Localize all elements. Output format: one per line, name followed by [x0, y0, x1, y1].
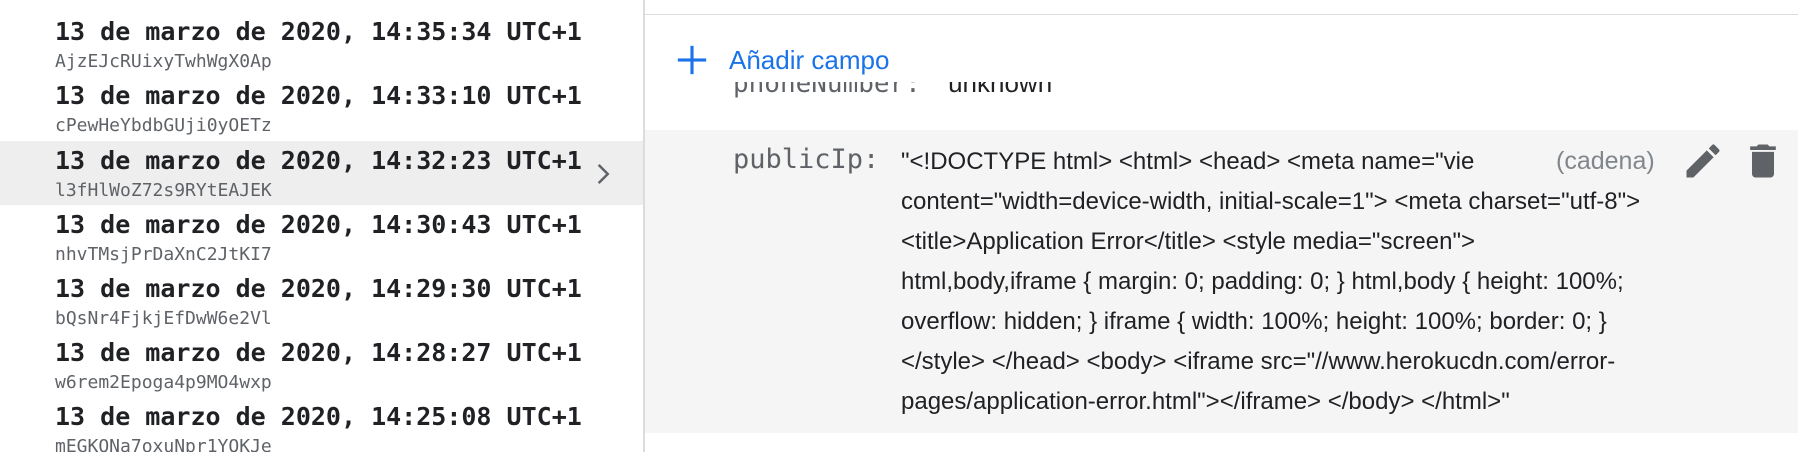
add-field-label: Añadir campo [729, 44, 890, 75]
field-row-public-ip[interactable]: publicIp: "<!DOCTYPE html> <html> <head>… [645, 130, 1798, 433]
document-list: 13 de marzo de 2020, 14:35:34 UTC+1 AjzE… [0, 0, 645, 452]
document-list-item[interactable]: 13 de marzo de 2020, 14:30:43 UTC+1 nhvT… [0, 205, 643, 269]
document-list-item[interactable]: 13 de marzo de 2020, 14:25:08 UTC+1 mEGK… [0, 397, 643, 452]
document-title: 13 de marzo de 2020, 14:25:08 UTC+1 [55, 402, 582, 431]
document-id: nhvTMsjPrDaXnC2JtKI7 [55, 244, 272, 265]
divider [645, 14, 1798, 15]
field-row-phone-number: phoneNumber: "unknown" [733, 82, 1733, 110]
document-title: 13 de marzo de 2020, 14:29:30 UTC+1 [55, 274, 582, 303]
document-title: 13 de marzo de 2020, 14:28:27 UTC+1 [55, 338, 582, 367]
document-list-item-selected[interactable]: 13 de marzo de 2020, 14:32:23 UTC+1 l3fH… [0, 141, 643, 205]
pencil-icon[interactable] [1681, 139, 1725, 183]
field-value[interactable]: "<!DOCTYPE html> <html> <head> <meta nam… [901, 142, 1798, 422]
document-list-item[interactable]: 13 de marzo de 2020, 14:29:30 UTC+1 bQsN… [0, 269, 643, 333]
document-title: 13 de marzo de 2020, 14:30:43 UTC+1 [55, 210, 582, 239]
document-title: 13 de marzo de 2020, 14:32:23 UTC+1 [55, 146, 582, 175]
field-type-label: (cadena) [1550, 141, 1669, 181]
document-fields-panel: Añadir campo phoneNumber: "unknown" publi… [645, 0, 1798, 452]
document-id: mEGKQNa7oxuNpr1YOKJe [55, 436, 272, 452]
document-list-item[interactable]: 13 de marzo de 2020, 14:35:34 UTC+1 AjzE… [0, 12, 643, 76]
chevron-right-icon [597, 164, 610, 184]
document-list-item[interactable]: 13 de marzo de 2020, 14:28:27 UTC+1 w6re… [0, 333, 643, 397]
document-title: 13 de marzo de 2020, 14:35:34 UTC+1 [55, 17, 582, 46]
field-value: "unknown" [938, 82, 1062, 98]
field-key: phoneNumber: [733, 82, 921, 99]
plus-icon [677, 45, 707, 75]
document-id: cPewHeYbdbGUji0yOETz [55, 115, 272, 136]
document-id: w6rem2Epoga4p9MO4wxp [55, 372, 272, 393]
field-key: publicIp: [733, 144, 880, 175]
document-list-item[interactable]: 13 de marzo de 2020, 14:33:10 UTC+1 cPew… [0, 76, 643, 140]
add-field-button[interactable]: Añadir campo [675, 38, 889, 82]
document-id: AjzEJcRUixyTwhWgX0Ap [55, 51, 272, 72]
document-id: l3fHlWoZ72s9RYtEAJEK [55, 180, 272, 201]
document-title: 13 de marzo de 2020, 14:33:10 UTC+1 [55, 81, 582, 110]
document-id: bQsNr4FjkjEfDwW6e2Vl [55, 308, 272, 329]
trash-icon[interactable] [1741, 139, 1785, 183]
firestore-data-viewer: 13 de marzo de 2020, 14:35:34 UTC+1 AjzE… [0, 0, 1798, 452]
